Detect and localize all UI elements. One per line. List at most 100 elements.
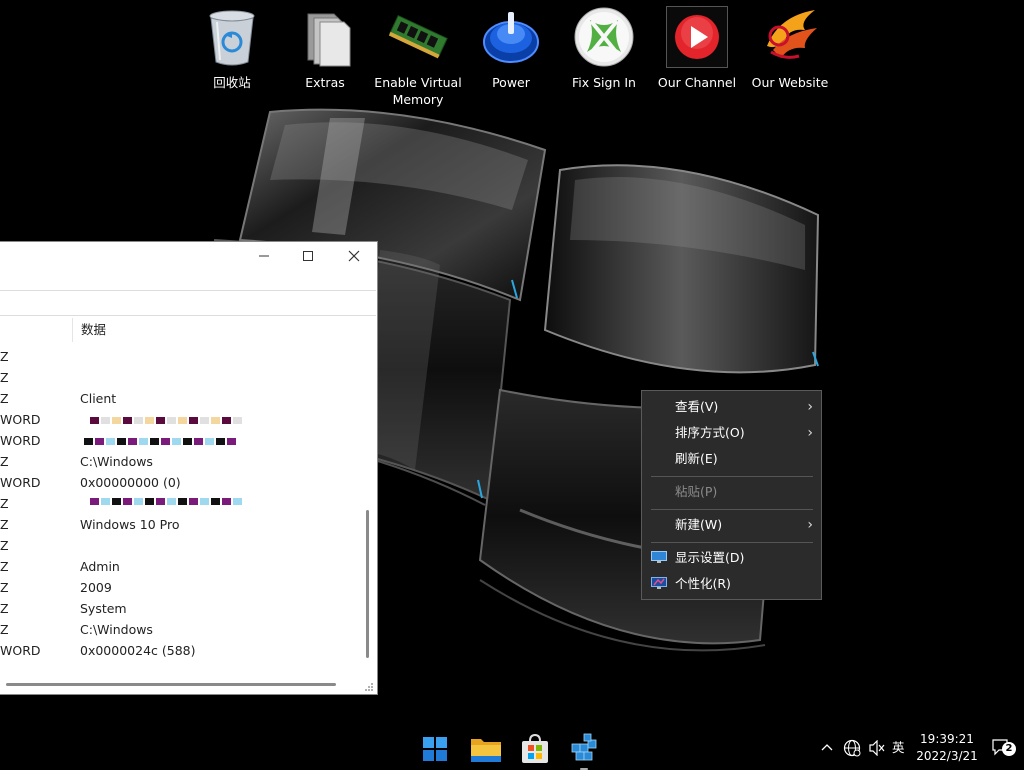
desktop-icon-our-channel[interactable]: Our Channel (652, 6, 742, 91)
redacted-pixel (117, 438, 126, 445)
menu-item-paste[interactable]: 粘贴(P) (642, 480, 821, 504)
table-row[interactable]: Z Windows 10 Pro (0, 514, 360, 535)
value-type: Z (0, 391, 9, 406)
table-row[interactable]: WORD (0, 430, 360, 451)
notification-count-badge: 2 (1002, 742, 1016, 756)
registry-values-list[interactable]: 数据 Z Z Z Client WORD WORD Z C:\Windows WORD 0x000… (0, 314, 360, 684)
memory-module-icon (388, 14, 448, 59)
redacted-pixel (189, 498, 198, 505)
value-data: System (80, 601, 127, 616)
table-row[interactable]: Z Client (0, 388, 360, 409)
maximize-icon (303, 251, 313, 261)
desktop-icon-fix-sign-in[interactable]: Fix Sign In (559, 6, 649, 91)
table-row[interactable]: Z System (0, 598, 360, 619)
network-globe-icon[interactable] (843, 739, 861, 757)
close-button[interactable] (331, 242, 377, 270)
taskbar-clock[interactable]: 19:39:21 2022/3/21 (912, 731, 982, 765)
clock-time: 19:39:21 (920, 732, 974, 746)
window-title-bar[interactable] (0, 242, 377, 270)
desktop-icon-extras[interactable]: Extras (280, 6, 370, 91)
taskbar-store[interactable] (517, 732, 553, 766)
start-icon (423, 737, 447, 761)
value-data: 0x0000024c (588) (80, 643, 196, 658)
registry-editor-window[interactable]: 数据 Z Z Z Client WORD WORD Z C:\Windows WORD 0x000… (0, 242, 377, 694)
table-row[interactable]: Z 2009 (0, 577, 360, 598)
desktop-icon-label: Enable Virtual Memory (374, 75, 462, 107)
value-type: Z (0, 538, 9, 553)
table-row[interactable]: Z C:\Windows (0, 451, 360, 472)
desktop-icon-recycle-bin[interactable]: 回收站 (187, 6, 277, 91)
redacted-pixel (101, 417, 110, 424)
table-row[interactable]: Z (0, 493, 360, 514)
redacted-pixel (194, 438, 203, 445)
redacted-pixel (145, 498, 154, 505)
redacted-pixel (183, 438, 192, 445)
clock-date: 2022/3/21 (916, 749, 978, 763)
redacted-pixel (211, 498, 220, 505)
minimize-button[interactable] (241, 242, 287, 270)
maximize-button[interactable] (285, 242, 331, 270)
redacted-pixel (84, 438, 93, 445)
start-button[interactable] (417, 732, 453, 766)
redacted-pixel (172, 438, 181, 445)
desktop[interactable]: 回收站 Extras Enable Virtual Memory Power F… (0, 0, 1024, 728)
value-type: Z (0, 559, 9, 574)
menu-item-new[interactable]: 新建(W) › (642, 513, 821, 537)
minimize-icon (259, 255, 269, 257)
redacted-pixel (134, 498, 143, 505)
desktop-icon-label: Our Channel (657, 75, 737, 90)
table-row[interactable]: WORD (0, 409, 360, 430)
resize-grip-icon[interactable] (364, 682, 374, 692)
menu-item-refresh[interactable]: 刷新(E) (642, 447, 821, 471)
taskbar[interactable]: 英 19:39:21 2022/3/21 2 (0, 728, 1024, 770)
desktop-icon-label: Our Website (751, 75, 829, 90)
menu-item-view[interactable]: 查看(V) › (642, 395, 821, 419)
redacted-pixel (150, 438, 159, 445)
desktop-icon-our-website[interactable]: Our Website (745, 6, 835, 91)
table-row[interactable]: WORD 0x0000024c (588) (0, 640, 360, 661)
redacted-pixel (216, 438, 225, 445)
table-row[interactable]: Z C:\Windows (0, 619, 360, 640)
menu-separator (651, 509, 813, 510)
horizontal-scrollbar[interactable] (6, 683, 336, 686)
value-data: Windows 10 Pro (80, 517, 180, 532)
chevron-right-icon: › (807, 399, 813, 415)
desktop-icon-power[interactable]: Power (466, 6, 556, 91)
menu-item-label: 粘贴(P) (675, 484, 718, 499)
value-type: WORD (0, 433, 41, 448)
taskbar-registry-editor[interactable] (566, 732, 602, 770)
address-bar[interactable] (0, 290, 376, 316)
desktop-context-menu[interactable]: 查看(V) › 排序方式(O) › 刷新(E) 粘贴(P) 新建(W) › 显示… (641, 390, 822, 600)
table-row[interactable]: Z (0, 346, 360, 367)
vertical-scrollbar[interactable] (366, 510, 369, 658)
taskbar-file-explorer[interactable] (468, 732, 504, 766)
chevron-right-icon: › (807, 517, 813, 533)
table-row[interactable]: Z Admin (0, 556, 360, 577)
chevron-right-icon: › (807, 425, 813, 441)
redacted-pixel (145, 417, 154, 424)
redacted-pixel (128, 438, 137, 445)
menu-item-personalize[interactable]: 个性化(R) (642, 572, 821, 596)
volume-muted-icon[interactable] (868, 740, 886, 756)
notification-center-button[interactable]: 2 (992, 738, 1016, 760)
menu-item-sort-by[interactable]: 排序方式(O) › (642, 421, 821, 445)
redacted-pixel (200, 498, 209, 505)
value-data: Admin (80, 559, 120, 574)
redacted-pixel (211, 417, 220, 424)
redacted-pixel (161, 438, 170, 445)
column-header-data[interactable]: 数据 (72, 318, 106, 342)
redacted-pixel (156, 498, 165, 505)
table-row[interactable]: Z (0, 367, 360, 388)
ime-indicator[interactable]: 英 (892, 728, 905, 768)
desktop-icon-label: Power (492, 75, 530, 90)
table-row[interactable]: WORD 0x00000000 (0) (0, 472, 360, 493)
value-type: Z (0, 454, 9, 469)
desktop-icon-enable-virtual-memory[interactable]: Enable Virtual Memory (373, 6, 463, 108)
redacted-pixel (123, 498, 132, 505)
chevron-up-icon[interactable] (820, 741, 834, 755)
redacted-pixel (167, 498, 176, 505)
menu-item-display-settings[interactable]: 显示设置(D) (642, 546, 821, 570)
table-row[interactable]: Z (0, 535, 360, 556)
display-settings-icon (651, 551, 667, 563)
desktop-icon-label: 回收站 (213, 75, 251, 90)
